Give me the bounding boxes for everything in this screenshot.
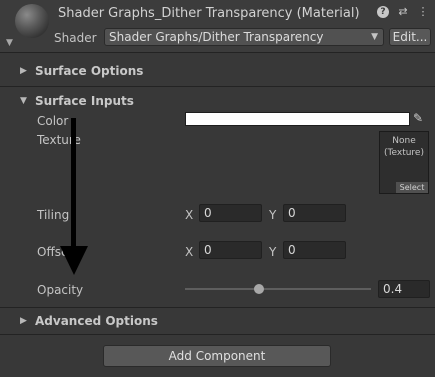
opacity-input[interactable]: 0.4 xyxy=(378,280,430,298)
offset-x-input[interactable]: 0 xyxy=(199,241,262,259)
opacity-slider-handle[interactable] xyxy=(254,284,265,294)
opacity-slider-track[interactable] xyxy=(185,288,371,290)
advanced-options-foldout[interactable]: ▶ Advanced Options xyxy=(0,311,435,331)
texture-none-line: (Texture) xyxy=(384,148,424,158)
offset-y-label: Y xyxy=(269,245,277,259)
material-title: Shader Graphs_Dither Transparency (Mater… xyxy=(58,6,360,21)
header-icons: ? ⇄ ⋮ xyxy=(377,6,429,18)
surface-options-foldout[interactable]: ▶ Surface Options xyxy=(0,61,435,81)
material-header: ▼ Shader Graphs_Dither Transparency (Mat… xyxy=(0,0,435,52)
texture-none-text: None (Texture) xyxy=(380,135,428,159)
eyedropper-icon[interactable]: ✎ xyxy=(413,111,423,125)
tiling-y-input[interactable]: 0 xyxy=(283,204,346,222)
surface-options-title: Surface Options xyxy=(35,64,144,78)
collapsed-triangle-icon: ▶ xyxy=(20,316,27,326)
dropdown-arrow-icon: ▼ xyxy=(371,32,378,42)
material-preview-sphere xyxy=(15,4,49,38)
foldout-triangle-icon[interactable]: ▼ xyxy=(6,38,13,48)
texture-select-button[interactable]: Select xyxy=(396,182,428,193)
surface-inputs-title: Surface Inputs xyxy=(35,94,134,108)
preset-icon[interactable]: ⇄ xyxy=(397,6,409,18)
tiling-x-input[interactable]: 0 xyxy=(199,204,262,222)
shader-dropdown[interactable]: Shader Graphs/Dither Transparency ▼ xyxy=(104,28,384,46)
offset-x-label: X xyxy=(185,245,194,259)
texture-slot[interactable]: None (Texture) Select xyxy=(379,131,429,194)
add-component-button[interactable]: Add Component xyxy=(103,345,331,367)
opacity-label: Opacity xyxy=(37,283,84,297)
down-arrow-annotation xyxy=(60,118,88,275)
offset-y-input[interactable]: 0 xyxy=(283,241,346,259)
shader-label: Shader xyxy=(54,31,97,45)
divider xyxy=(0,52,435,53)
surface-inputs-foldout[interactable]: ▼ Surface Inputs xyxy=(0,91,435,111)
divider xyxy=(0,334,435,335)
color-swatch-field[interactable] xyxy=(185,112,410,126)
more-icon[interactable]: ⋮ xyxy=(417,6,429,18)
expanded-triangle-icon: ▼ xyxy=(20,96,27,106)
advanced-options-title: Advanced Options xyxy=(35,314,158,328)
divider xyxy=(0,307,435,308)
divider xyxy=(0,86,435,87)
collapsed-triangle-icon: ▶ xyxy=(20,66,27,76)
help-icon[interactable]: ? xyxy=(377,6,389,18)
tiling-x-label: X xyxy=(185,208,194,222)
shader-dropdown-value: Shader Graphs/Dither Transparency xyxy=(109,30,324,44)
texture-none-line: None xyxy=(392,136,416,146)
edit-shader-button[interactable]: Edit... xyxy=(389,28,431,46)
tiling-y-label: Y xyxy=(269,208,277,222)
